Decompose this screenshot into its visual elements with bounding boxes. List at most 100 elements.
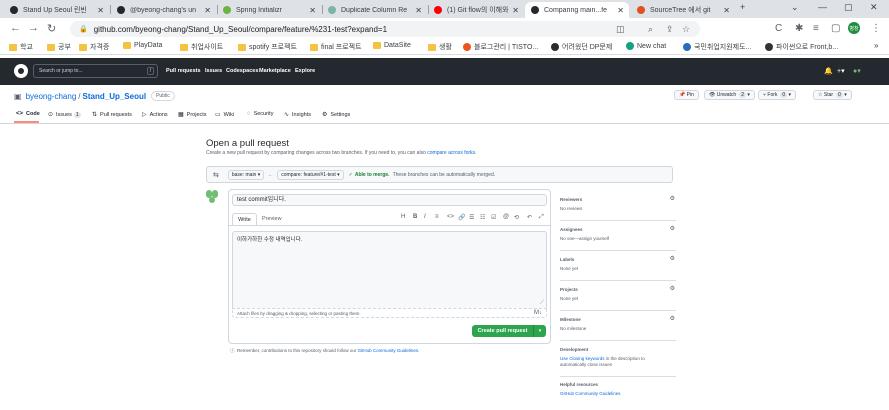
repo-tab-insights[interactable]: ∿ Insights bbox=[284, 111, 311, 119]
menu-icon[interactable]: ⋮ bbox=[871, 23, 881, 34]
nav-explore[interactable]: Explore bbox=[295, 68, 315, 74]
milestone-gear-icon[interactable]: ⚙ bbox=[670, 315, 675, 322]
tab-write[interactable]: Write bbox=[232, 213, 257, 225]
maximize-button[interactable]: ▢ bbox=[844, 2, 853, 13]
tab-search-icon[interactable]: ⌄ bbox=[791, 2, 799, 13]
close-window-button[interactable]: ✕ bbox=[870, 2, 878, 13]
browser-tab[interactable]: Stand Up Seoul 린빈 ✕ bbox=[4, 2, 109, 18]
md-tool-icon[interactable]: ⟲ bbox=[514, 214, 519, 221]
unwatch-button[interactable]: 👁 Unwatch 2 ▾ bbox=[704, 90, 755, 100]
md-tool-icon[interactable]: ☑ bbox=[491, 214, 496, 221]
nav-codespaces[interactable]: Codespaces bbox=[226, 68, 258, 74]
labels-gear-icon[interactable]: ⚙ bbox=[670, 255, 675, 262]
md-tool-icon[interactable]: B bbox=[413, 214, 417, 220]
bookmark-star-icon[interactable]: ☆ bbox=[682, 24, 690, 35]
repo-tab-issues[interactable]: ⊙ Issues 1 bbox=[48, 111, 81, 118]
bookmark-item[interactable]: 파이썬으로 Front,b... bbox=[765, 42, 838, 52]
md-tool-icon[interactable]: I bbox=[424, 214, 426, 220]
browser-tab[interactable]: (1) Git flow의 이해와 ✕ bbox=[428, 2, 524, 18]
bookmark-item[interactable]: spotify 프로젝트 bbox=[238, 42, 297, 52]
bookmark-item[interactable]: 어려웠던 DP문제 bbox=[551, 42, 612, 52]
repo-tab-settings[interactable]: ⚙ Settings bbox=[322, 111, 350, 119]
md-tool-icon[interactable]: 🔗 bbox=[458, 214, 465, 221]
share-icon[interactable]: ⇪ bbox=[666, 24, 674, 35]
tab-close-icon[interactable]: ✕ bbox=[97, 6, 104, 15]
bookmark-item[interactable]: 국민취업지원제도... bbox=[683, 42, 751, 52]
nav-marketplace[interactable]: Marketplace bbox=[259, 68, 291, 74]
md-tool-icon[interactable]: H bbox=[401, 214, 405, 220]
compare-forks-link[interactable]: compare across forks. bbox=[427, 150, 476, 156]
star-button[interactable]: ☆ Star 0 ▾ bbox=[813, 90, 852, 100]
back-icon[interactable]: ← bbox=[10, 22, 21, 34]
tab-close-icon[interactable]: ✕ bbox=[723, 6, 730, 15]
browser-tab[interactable]: Spring Initializr ✕ bbox=[217, 2, 321, 18]
attach-files-zone[interactable]: Attach files by dragging & dropping, sel… bbox=[232, 308, 547, 318]
browser-tab[interactable]: @byeong-chang's un ✕ bbox=[111, 2, 216, 18]
bookmark-item[interactable]: 취업사이트 bbox=[180, 42, 223, 52]
tab-preview[interactable]: Preview bbox=[262, 213, 282, 225]
create-pr-dropdown-icon[interactable]: ▾ bbox=[533, 325, 546, 337]
extensions-icon[interactable]: ✱ bbox=[795, 23, 803, 34]
pr-body-textarea[interactable]: 이하가하한 수정 내역입니다. bbox=[232, 231, 547, 308]
bookmark-item[interactable]: PlayData bbox=[123, 42, 162, 49]
tab-close-icon[interactable]: ✕ bbox=[512, 6, 519, 15]
extension-c-icon[interactable]: C bbox=[775, 23, 782, 34]
browser-tab[interactable]: SourceTree 에서 git ✕ bbox=[631, 2, 735, 18]
community-guidelines-link[interactable]: GitHub Community Guidelines bbox=[560, 391, 621, 396]
notifications-icon[interactable]: 🔔 bbox=[824, 67, 833, 75]
md-tool-icon[interactable]: <> bbox=[447, 214, 454, 220]
bookmark-item[interactable]: 자격증 bbox=[79, 42, 109, 52]
md-tool-icon[interactable]: ↶ bbox=[527, 214, 532, 221]
base-branch-select[interactable]: base: main ▾ bbox=[227, 169, 265, 180]
repo-tab-pull-requests[interactable]: ⇅ Pull requests bbox=[92, 111, 132, 119]
media-icon[interactable]: ≡ bbox=[813, 23, 819, 34]
browser-tab[interactable]: Comparing main...fe ✕ bbox=[525, 2, 629, 18]
resize-handle-icon[interactable]: ⟋ bbox=[540, 300, 544, 307]
reviewers-gear-icon[interactable]: ⚙ bbox=[670, 195, 675, 202]
md-tool-icon[interactable]: ≡ bbox=[435, 214, 439, 220]
repo-tab-code[interactable]: <> Code bbox=[16, 111, 40, 117]
github-search-input[interactable]: Search or jump to... / bbox=[33, 64, 158, 78]
md-tool-icon[interactable]: ⤢ bbox=[539, 214, 544, 221]
bookmark-item[interactable]: 생활 bbox=[428, 42, 452, 52]
reload-icon[interactable]: ↻ bbox=[47, 22, 56, 35]
tab-close-icon[interactable]: ✕ bbox=[415, 6, 422, 15]
repo-owner-link[interactable]: byeong-chang bbox=[26, 92, 77, 101]
browser-tab[interactable]: Duplicate Column Re ✕ bbox=[322, 2, 427, 18]
address-bar[interactable]: 🔒 github.com/byeong-chang/Stand_Up_Seoul… bbox=[70, 21, 700, 37]
nav-pull-requests[interactable]: Pull requests bbox=[166, 68, 201, 74]
more-bookmarks-icon[interactable]: » bbox=[874, 41, 878, 50]
profile-avatar[interactable]: 병창 bbox=[848, 22, 860, 34]
pin-button[interactable]: 📌 Pin bbox=[674, 90, 699, 100]
repo-tab-wiki[interactable]: ▭ Wiki bbox=[215, 111, 234, 119]
repo-tab-security[interactable]: ◌ Security bbox=[247, 111, 273, 117]
sidepanel-icon[interactable]: ▢ bbox=[831, 23, 840, 34]
repo-name-link[interactable]: Stand_Up_Seoul bbox=[83, 92, 147, 101]
zoom-icon[interactable]: ⌕ bbox=[648, 24, 653, 35]
github-logo-icon[interactable] bbox=[14, 64, 28, 78]
create-new-icon[interactable]: +▾ bbox=[837, 67, 845, 75]
translate-icon[interactable]: ◫ bbox=[616, 24, 625, 35]
md-tool-icon[interactable]: @ bbox=[503, 214, 509, 220]
bookmark-item[interactable]: 학교 bbox=[9, 42, 33, 52]
bookmark-item[interactable]: 블로그관리 | TISTO... bbox=[463, 42, 538, 52]
tab-close-icon[interactable]: ✕ bbox=[617, 6, 624, 15]
tab-close-icon[interactable]: ✕ bbox=[309, 6, 316, 15]
repo-tab-projects[interactable]: ▦ Projects bbox=[178, 111, 207, 119]
bookmark-item[interactable]: 공부 bbox=[47, 42, 71, 52]
projects-gear-icon[interactable]: ⚙ bbox=[670, 285, 675, 292]
pr-title-input[interactable]: test commit입니다. bbox=[232, 194, 547, 206]
new-tab-button[interactable]: + bbox=[740, 2, 745, 12]
minimize-button[interactable]: — bbox=[818, 2, 827, 12]
forward-icon[interactable]: → bbox=[28, 22, 39, 34]
create-pull-request-button[interactable]: Create pull request ▾ bbox=[472, 325, 546, 337]
closing-keywords-link[interactable]: Use Closing keywords bbox=[560, 356, 605, 361]
bookmark-item[interactable]: DataSite bbox=[373, 42, 411, 49]
tab-close-icon[interactable]: ✕ bbox=[204, 6, 211, 15]
assignees-gear-icon[interactable]: ⚙ bbox=[670, 225, 675, 232]
nav-issues[interactable]: Issues bbox=[205, 68, 222, 74]
assignees-value[interactable]: No one—assign yourself bbox=[560, 236, 676, 241]
compare-branch-select[interactable]: compare: feature/#1-test ▾ bbox=[277, 169, 344, 180]
guidelines-link[interactable]: GitHub Community Guidelines. bbox=[358, 348, 420, 353]
bookmark-item[interactable]: New chat bbox=[626, 42, 666, 50]
